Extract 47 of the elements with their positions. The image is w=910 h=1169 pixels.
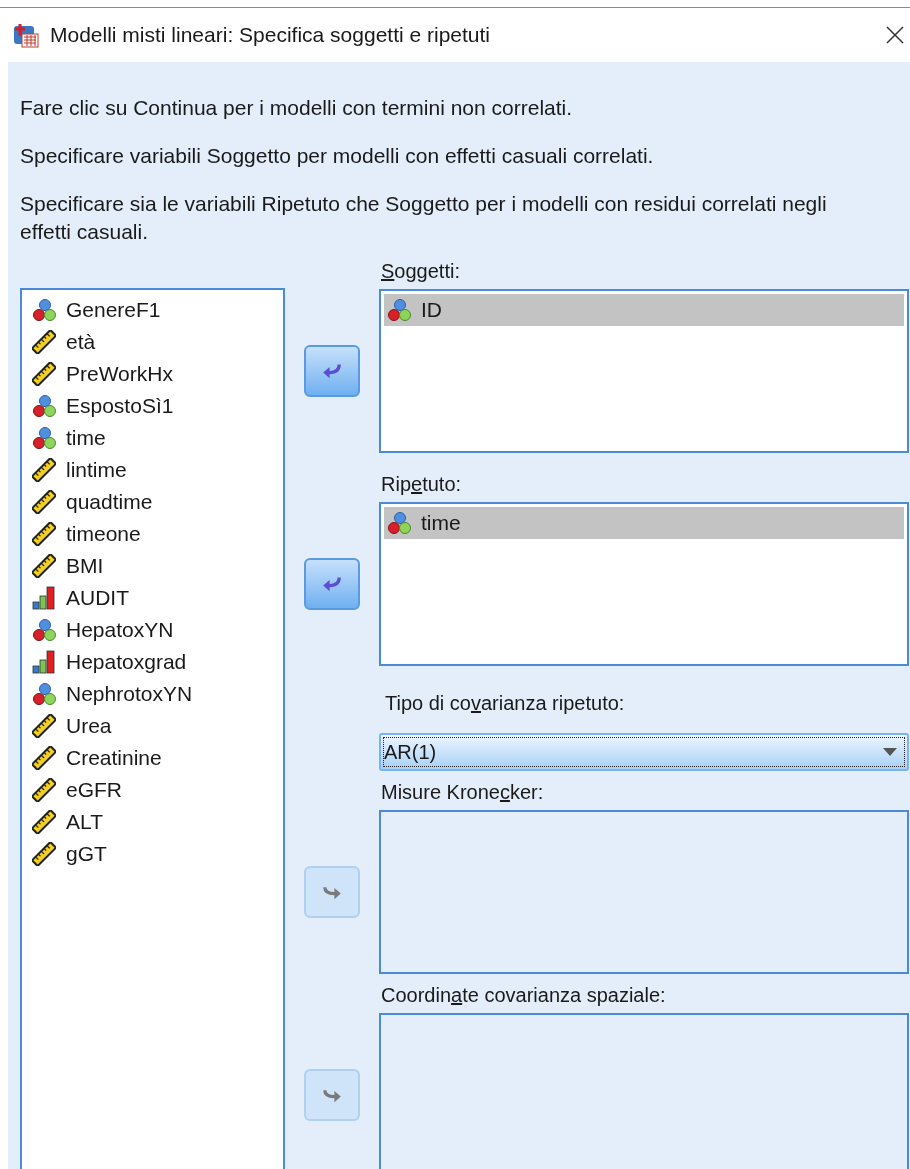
close-icon[interactable] bbox=[886, 26, 904, 44]
field-label: Coordinate covarianza spaziale: bbox=[381, 984, 667, 1006]
field-label: Tipo di covarianza ripetuto: bbox=[385, 692, 626, 714]
variable-item[interactable]: NephrotoxYN bbox=[29, 678, 283, 710]
field-label: Soggetti: bbox=[381, 260, 461, 282]
variable-item[interactable]: quadtime bbox=[29, 486, 283, 518]
nominal-variable-icon bbox=[387, 298, 411, 322]
covariance-dropdown[interactable]: AR(1) bbox=[379, 733, 909, 771]
nominal-variable-icon bbox=[32, 682, 56, 706]
nominal-variable-icon bbox=[32, 394, 56, 418]
variable-item[interactable]: time bbox=[384, 507, 904, 539]
dropdown-caret-icon bbox=[882, 747, 898, 757]
nominal-variable-icon bbox=[32, 298, 56, 322]
variable-item[interactable]: età bbox=[29, 326, 283, 358]
variable-item[interactable]: Creatinine bbox=[29, 742, 283, 774]
variable-list[interactable]: GenereF1 età PreWorkHx EspostoSì1 time lintime quadtime timeone BMI AUDIT HepatoxYN Hepatoxgrad NephrotoxYN Urea Creatinine eGFR ALT gGT bbox=[20, 288, 285, 1169]
instruction-text: Fare clic su Continua per i modelli con termini non correlati. bbox=[20, 95, 574, 121]
variable-item[interactable]: gGT bbox=[29, 838, 283, 870]
window-title: Modelli misti lineari: Specifica soggetti e ripetuti bbox=[50, 22, 491, 49]
variable-item[interactable]: GenereF1 bbox=[29, 294, 283, 326]
nominal-variable-icon bbox=[387, 511, 411, 535]
nominal-variable-icon bbox=[32, 618, 56, 642]
bar-chart-icon bbox=[32, 650, 56, 674]
variable-item[interactable]: timeone bbox=[29, 518, 283, 550]
variable-item[interactable]: EspostoSì1 bbox=[29, 390, 283, 422]
variable-item[interactable]: AUDIT bbox=[29, 582, 283, 614]
field-label: Misure Kronecker: bbox=[381, 781, 545, 803]
field-label: Ripetuto: bbox=[381, 473, 463, 495]
move-button[interactable] bbox=[304, 558, 360, 610]
variable-item[interactable]: time bbox=[29, 422, 283, 454]
variable-item[interactable]: HepatoxYN bbox=[29, 614, 283, 646]
nominal-variable-icon bbox=[32, 426, 56, 450]
bar-chart-icon bbox=[32, 586, 56, 610]
variable-item[interactable]: PreWorkHx bbox=[29, 358, 283, 390]
variable-item[interactable]: Hepatoxgrad bbox=[29, 646, 283, 678]
instruction-text: Specificare sia le variabili Ripetuto che Soggetto per i modelli con residui correlati negli effetti casuali. bbox=[20, 191, 828, 245]
variable-item[interactable]: BMI bbox=[29, 550, 283, 582]
move-button[interactable] bbox=[304, 345, 360, 397]
variable-item[interactable]: ALT bbox=[29, 806, 283, 838]
variable-item[interactable]: ID bbox=[384, 294, 904, 326]
instruction-text: Specificare variabili Soggetto per modelli con effetti casuali correlati. bbox=[20, 143, 655, 169]
variable-item[interactable]: Urea bbox=[29, 710, 283, 742]
variable-box[interactable]: time bbox=[379, 502, 909, 666]
variable-item[interactable]: eGFR bbox=[29, 774, 283, 806]
app-icon bbox=[12, 22, 40, 48]
variable-box[interactable]: ID bbox=[379, 289, 909, 453]
variable-item[interactable]: lintime bbox=[29, 454, 283, 486]
